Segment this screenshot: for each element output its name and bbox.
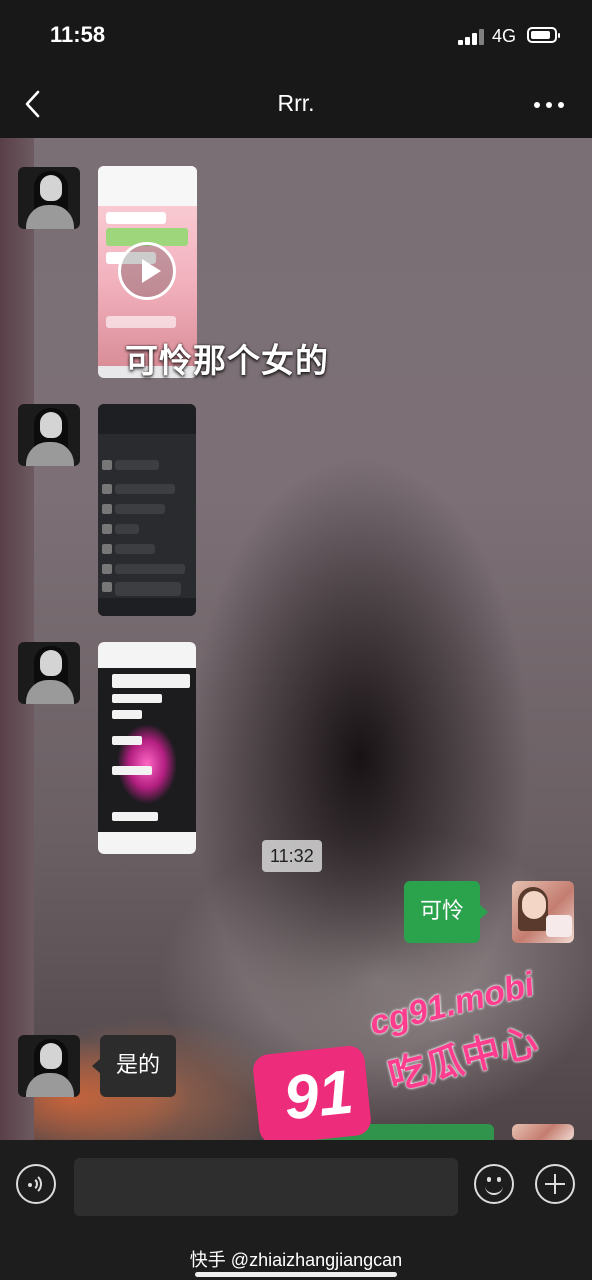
overlay-caption: 可怜那个女的 bbox=[125, 341, 329, 380]
kuaishou-watermark: 快手 @zhiaizhangjiangcan bbox=[189, 1250, 403, 1270]
input-toolbar bbox=[0, 1140, 592, 1230]
contact-avatar[interactable] bbox=[18, 167, 80, 229]
more-icon[interactable] bbox=[534, 102, 564, 108]
contact-avatar[interactable] bbox=[18, 1035, 80, 1097]
network-type: 4G bbox=[492, 26, 517, 46]
chat-header: Rrr. bbox=[0, 70, 592, 138]
signal-icon bbox=[458, 29, 486, 45]
image-message[interactable] bbox=[98, 404, 196, 616]
play-icon[interactable] bbox=[118, 242, 176, 300]
plus-icon[interactable] bbox=[535, 1164, 575, 1204]
self-avatar bbox=[512, 1124, 574, 1140]
contact-avatar[interactable] bbox=[18, 404, 80, 466]
received-message-bubble[interactable]: 是的 bbox=[91, 1035, 177, 1097]
image-message[interactable] bbox=[98, 642, 196, 854]
message-input[interactable] bbox=[74, 1158, 458, 1216]
emoji-icon[interactable] bbox=[474, 1164, 514, 1204]
home-indicator[interactable] bbox=[195, 1272, 397, 1277]
battery-icon bbox=[527, 27, 560, 43]
chat-title: Rrr. bbox=[277, 90, 315, 116]
voice-icon[interactable] bbox=[16, 1164, 56, 1204]
sent-message-bubble[interactable]: 可怜 bbox=[404, 881, 489, 943]
status-bar: 11:58 4G bbox=[0, 0, 592, 70]
received-message-text: 是的 bbox=[116, 1053, 161, 1078]
background-photo-edge bbox=[0, 138, 34, 1140]
watermark-number: 91 bbox=[280, 1057, 357, 1134]
self-avatar[interactable] bbox=[512, 881, 574, 943]
bottom-area: 快手 @zhiaizhangjiangcan bbox=[0, 1230, 592, 1280]
sent-message-text: 可怜 bbox=[420, 899, 465, 924]
contact-avatar[interactable] bbox=[18, 642, 80, 704]
status-time: 11:58 bbox=[50, 22, 106, 47]
timestamp-label: 11:32 bbox=[262, 840, 322, 872]
